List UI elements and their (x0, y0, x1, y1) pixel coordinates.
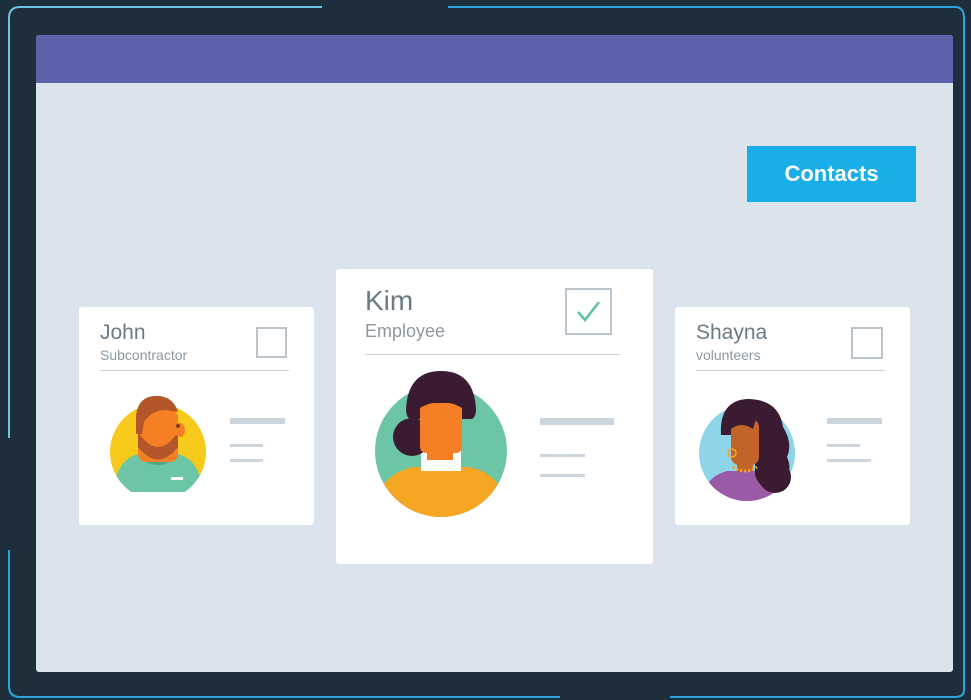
info-line (540, 474, 585, 477)
contacts-button[interactable]: Contacts (747, 146, 916, 202)
checkmark-icon (577, 301, 600, 322)
contact-card-shayna[interactable]: Shayna volunteers (675, 307, 910, 525)
select-checkbox-shayna[interactable] (851, 327, 883, 359)
card-divider (696, 370, 885, 371)
title-bar (36, 35, 953, 83)
info-line (230, 444, 263, 447)
info-line (827, 459, 871, 462)
contact-card-john[interactable]: John Subcontractor (79, 307, 314, 525)
card-divider (365, 354, 620, 355)
contact-role: Subcontractor (100, 347, 188, 363)
select-checkbox-john[interactable] (256, 327, 287, 358)
contact-card-kim[interactable]: Kim Employee (336, 269, 653, 564)
contact-name: John (100, 321, 146, 344)
app-window: Contacts John Subcontractor Kim Employee (36, 35, 953, 672)
info-line (827, 418, 882, 424)
info-line (827, 444, 860, 447)
info-line (230, 459, 263, 462)
contact-name: Shayna (696, 321, 768, 344)
info-line (540, 418, 614, 425)
info-line (540, 454, 585, 457)
contact-role: volunteers (696, 347, 761, 363)
select-checkbox-kim[interactable] (565, 288, 612, 335)
kim-avatar (375, 371, 507, 517)
john-avatar (110, 395, 206, 492)
card-divider (100, 370, 289, 371)
contact-name: Kim (365, 285, 414, 316)
info-line (230, 418, 285, 424)
contact-role: Employee (365, 321, 446, 341)
shayna-avatar (699, 399, 795, 501)
